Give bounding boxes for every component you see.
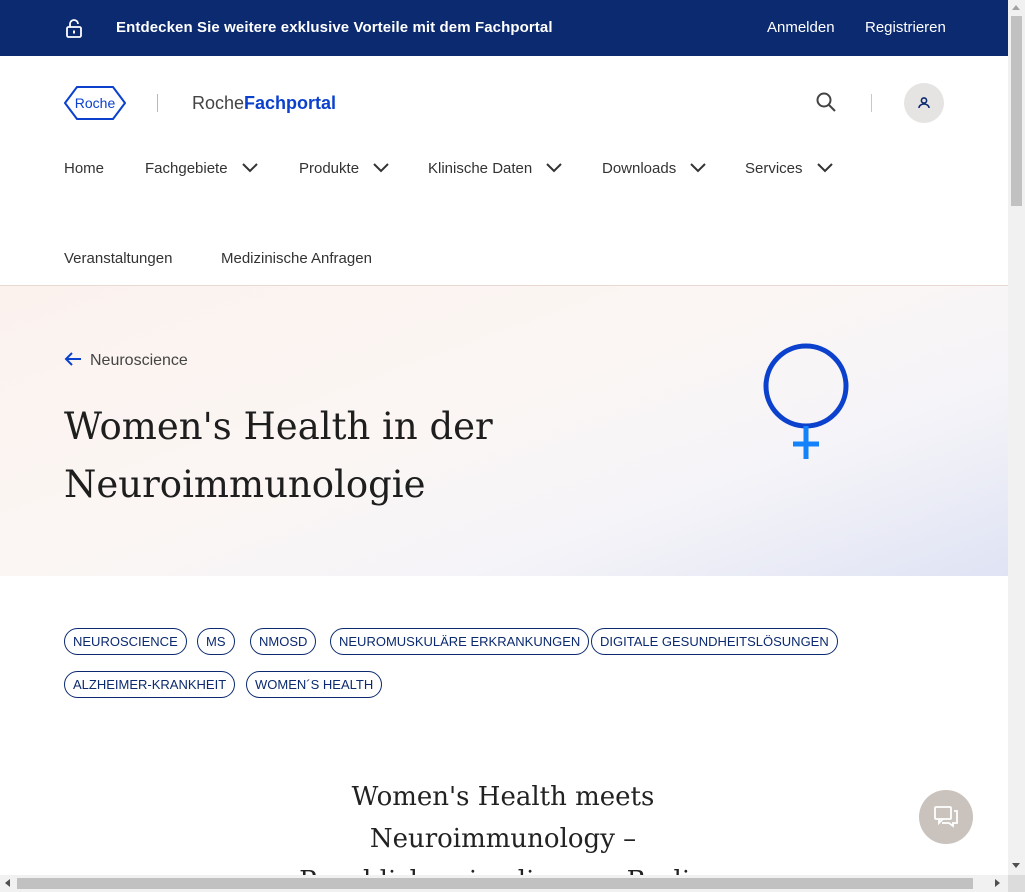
scrollbar-corner — [1008, 875, 1025, 892]
search-icon[interactable] — [814, 90, 838, 114]
page-title: Women's Health in der Neuroimmunologie — [64, 398, 524, 514]
scroll-right-arrow-icon[interactable] — [995, 879, 1000, 887]
login-link[interactable]: Anmelden — [767, 19, 835, 36]
nav-item-label: Produkte — [299, 160, 360, 177]
nav-item-downloads[interactable]: Downloads — [602, 160, 707, 177]
nav-item-label: Services — [745, 160, 803, 177]
tag-alzheimer-krankheit[interactable]: ALZHEIMER-KRANKHEIT — [64, 671, 236, 698]
tag-ms[interactable]: MS — [197, 628, 235, 655]
page-title-line1: Women's Health in der — [64, 405, 493, 448]
scroll-up-arrow-icon[interactable] — [1012, 5, 1020, 10]
horizontal-scrollbar-thumb[interactable] — [17, 878, 973, 889]
tag-nmosd[interactable]: NMOSD — [250, 628, 317, 655]
chat-button[interactable] — [919, 790, 973, 844]
unlock-icon — [66, 19, 82, 38]
back-link[interactable]: Neuroscience — [64, 352, 188, 370]
scroll-down-arrow-icon[interactable] — [1012, 863, 1020, 868]
brand-prefix: Roche — [192, 93, 245, 113]
promo-bar: Entdecken Sie weitere exklusive Vorteile… — [0, 0, 1008, 56]
vertical-scrollbar-thumb[interactable] — [1011, 16, 1022, 206]
tag-neuromuskulaere-erkrankungen[interactable]: NEUROMUSKULÄRE ERKRANKUNGEN — [330, 628, 590, 655]
nav-item-veranstaltungen[interactable]: Veranstaltungen — [64, 250, 172, 267]
nav-item-services[interactable]: Services — [745, 160, 833, 177]
nav-item-klinische-daten[interactable]: Klinische Daten — [428, 160, 563, 177]
roche-logo[interactable]: Roche — [64, 86, 126, 120]
scroll-left-arrow-icon[interactable] — [5, 879, 10, 887]
chevron-down-icon — [816, 162, 833, 172]
chevron-down-icon — [690, 162, 707, 172]
section-title-line2: Neuroimmunology – — [369, 824, 637, 854]
nav-item-label: Fachgebiete — [145, 160, 228, 177]
brand-name[interactable]: RocheFachportal — [192, 93, 336, 114]
horizontal-scrollbar[interactable] — [0, 875, 1008, 892]
logo-divider — [157, 94, 158, 112]
tag-womens-health[interactable]: WOMEN´S HEALTH — [246, 671, 383, 698]
nav-item-label: Veranstaltungen — [64, 250, 173, 267]
nav-item-label: Medizinische Anfragen — [221, 250, 372, 267]
nav-item-medizinische-anfragen[interactable]: Medizinische Anfragen — [221, 250, 372, 267]
section-title-line1: Women's Health meets — [351, 782, 655, 812]
vertical-scrollbar[interactable] — [1008, 0, 1025, 875]
brand-suffix: Fachportal — [244, 93, 337, 113]
chevron-down-icon — [546, 162, 563, 172]
nav-item-label: Home — [64, 160, 105, 177]
arrow-left-icon — [64, 352, 81, 366]
user-icon — [918, 97, 930, 109]
back-link-label: Neuroscience — [90, 352, 188, 369]
user-account-button[interactable] — [904, 83, 944, 123]
chat-icon — [934, 806, 958, 828]
register-link[interactable]: Registrieren — [865, 19, 946, 36]
chevron-down-icon — [373, 162, 389, 172]
chevron-down-icon — [242, 162, 258, 172]
nav-item-produkte[interactable]: Produkte — [299, 160, 389, 177]
nav-item-label: Klinische Daten — [428, 160, 533, 177]
hero-section: Neuroscience Women's Health in der Neuro… — [0, 286, 1008, 576]
page-title-line2: Neuroimmunologie — [64, 463, 426, 506]
tag-digitale-gesundheitsloesungen[interactable]: DIGITALE GESUNDHEITSLÖSUNGEN — [591, 628, 838, 655]
venus-symbol-icon — [763, 343, 849, 459]
header-divider — [871, 94, 872, 112]
site-header: Roche RocheFachportal Home Fachgebiete P… — [0, 56, 1008, 286]
roche-logo-text: Roche — [75, 95, 116, 111]
tag-neuroscience[interactable]: NEUROSCIENCE — [64, 628, 187, 655]
nav-item-fachgebiete[interactable]: Fachgebiete — [145, 160, 258, 177]
promo-message: Entdecken Sie weitere exklusive Vorteile… — [116, 19, 553, 36]
nav-item-label: Downloads — [602, 160, 677, 177]
nav-item-home[interactable]: Home — [64, 160, 104, 177]
